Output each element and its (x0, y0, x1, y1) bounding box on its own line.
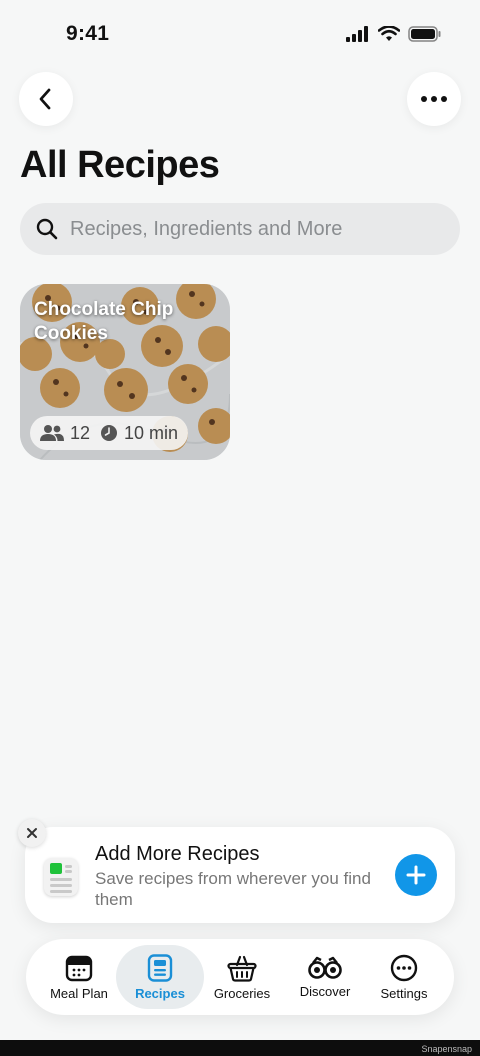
signal-icon (346, 26, 368, 42)
search-bar[interactable] (20, 203, 460, 255)
binoculars-icon (308, 956, 342, 979)
battery-icon (408, 26, 441, 42)
tab-groceries[interactable]: Groceries (198, 945, 286, 1009)
add-recipes-promo[interactable]: Add More Recipes Save recipes from where… (25, 827, 455, 923)
search-input[interactable] (68, 216, 432, 242)
recipes-icon (147, 953, 173, 982)
back-button[interactable] (19, 72, 73, 126)
tab-label: Recipes (135, 985, 185, 1001)
status-bar: 9:41 (0, 0, 480, 72)
page-title: All Recipes (20, 144, 220, 186)
promo-subtitle: Save recipes from wherever you find them (95, 869, 371, 909)
recipe-time: 10 min (124, 422, 179, 443)
people-icon (40, 425, 64, 441)
ellipsis-icon (421, 96, 447, 102)
tab-meal-plan[interactable]: Meal Plan (35, 945, 123, 1009)
watermark: Snapensnap (421, 1044, 472, 1054)
tab-discover[interactable]: Discover (281, 945, 369, 1009)
tab-label: Discover (299, 983, 351, 999)
clock-icon (101, 425, 118, 441)
plus-icon (406, 865, 426, 885)
meal-plan-icon (65, 955, 93, 981)
bottom-strip: Snapensnap (0, 1040, 480, 1056)
close-promo-button[interactable] (18, 819, 46, 847)
recipe-app-icon (44, 858, 78, 896)
status-time: 9:41 (66, 22, 110, 45)
wifi-icon (378, 26, 400, 41)
close-icon (27, 828, 37, 838)
promo-title: Add More Recipes (95, 843, 260, 865)
chevron-left-icon (39, 88, 51, 110)
tab-bar: Meal Plan Recipes Groceries Discover Set… (26, 939, 454, 1015)
basket-icon (227, 955, 257, 982)
tab-recipes[interactable]: Recipes (116, 945, 204, 1009)
tab-label: Meal Plan (50, 985, 108, 1001)
status-icons (346, 26, 442, 42)
tab-label: Settings (380, 985, 428, 1001)
recipe-servings: 12 (70, 422, 91, 443)
recipe-card[interactable]: Chocolate Chip Cookies 12 10 min (20, 284, 230, 460)
tab-label: Groceries (213, 985, 271, 1001)
search-icon (36, 218, 58, 240)
tab-settings[interactable]: Settings (360, 945, 448, 1009)
add-recipe-button[interactable] (395, 854, 437, 896)
recipe-meta: 12 10 min (30, 416, 189, 450)
settings-icon (390, 954, 418, 981)
recipe-title: Chocolate Chip Cookies (34, 299, 174, 344)
more-options-button[interactable] (407, 72, 461, 126)
